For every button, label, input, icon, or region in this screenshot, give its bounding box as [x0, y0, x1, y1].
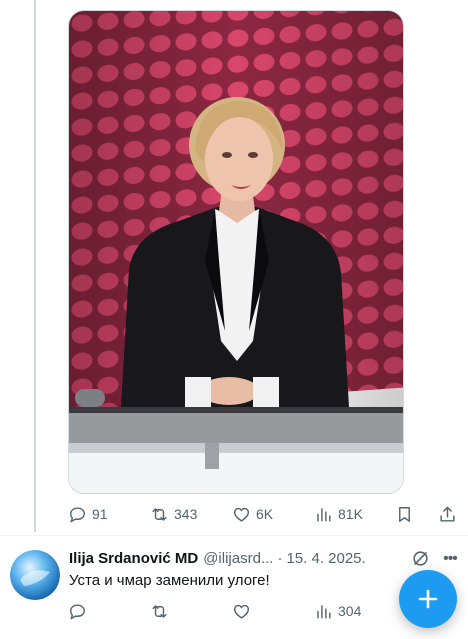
repost-button[interactable]: 343: [150, 503, 197, 525]
post-media[interactable]: [68, 10, 404, 494]
avatar[interactable]: [10, 550, 60, 600]
views-icon: [317, 507, 331, 522]
plus-icon: [418, 589, 438, 609]
dot-separator: ·: [277, 549, 283, 567]
reply-icon: [70, 506, 85, 522]
reply-views-button[interactable]: 304: [314, 600, 361, 622]
repost-icon: [152, 604, 167, 618]
reply-date[interactable]: 15. 4. 2025.: [286, 550, 365, 567]
share-icon: [440, 506, 455, 522]
reply-author-handle[interactable]: @ilijasrd...: [203, 550, 273, 567]
reply-count: 91: [92, 506, 108, 522]
avatar-image: [10, 550, 60, 600]
reply-icon: [70, 603, 85, 619]
like-count: 6K: [256, 506, 274, 522]
reply-repost-button[interactable]: [150, 600, 169, 622]
repost-icon: [152, 507, 167, 521]
compose-button[interactable]: [399, 570, 457, 628]
like-button[interactable]: 6K: [232, 503, 273, 525]
thread-connector-line: [34, 0, 36, 532]
heart-icon: [233, 507, 250, 522]
more-icon[interactable]: •••: [440, 549, 460, 569]
reply-author-name[interactable]: Ilija Srdanović MD: [69, 550, 198, 567]
reply-views-count: 304: [338, 603, 362, 619]
reply-text: Уста и чмар заменили улоге!: [69, 572, 270, 589]
reply-like-button[interactable]: [232, 600, 251, 622]
repost-count: 343: [174, 506, 198, 522]
post-divider: [0, 535, 468, 536]
grok-icon[interactable]: [411, 549, 430, 568]
views-count: 81K: [338, 506, 363, 522]
reply-action-bar: 304: [68, 600, 408, 620]
reply-button[interactable]: 91: [68, 503, 108, 525]
post-action-bar: 91 343 6K 81K: [68, 503, 460, 525]
reply-reply-button[interactable]: [68, 600, 87, 622]
share-button[interactable]: [438, 503, 457, 525]
heart-icon: [233, 604, 250, 619]
views-button[interactable]: 81K: [314, 503, 363, 525]
reply-header: Ilija Srdanović MD @ilijasrd... · 15. 4.…: [69, 548, 399, 568]
views-icon: [317, 604, 331, 619]
news-anchor-image: [69, 11, 403, 493]
bookmark-icon: [399, 506, 410, 522]
bookmark-button[interactable]: [395, 503, 414, 525]
